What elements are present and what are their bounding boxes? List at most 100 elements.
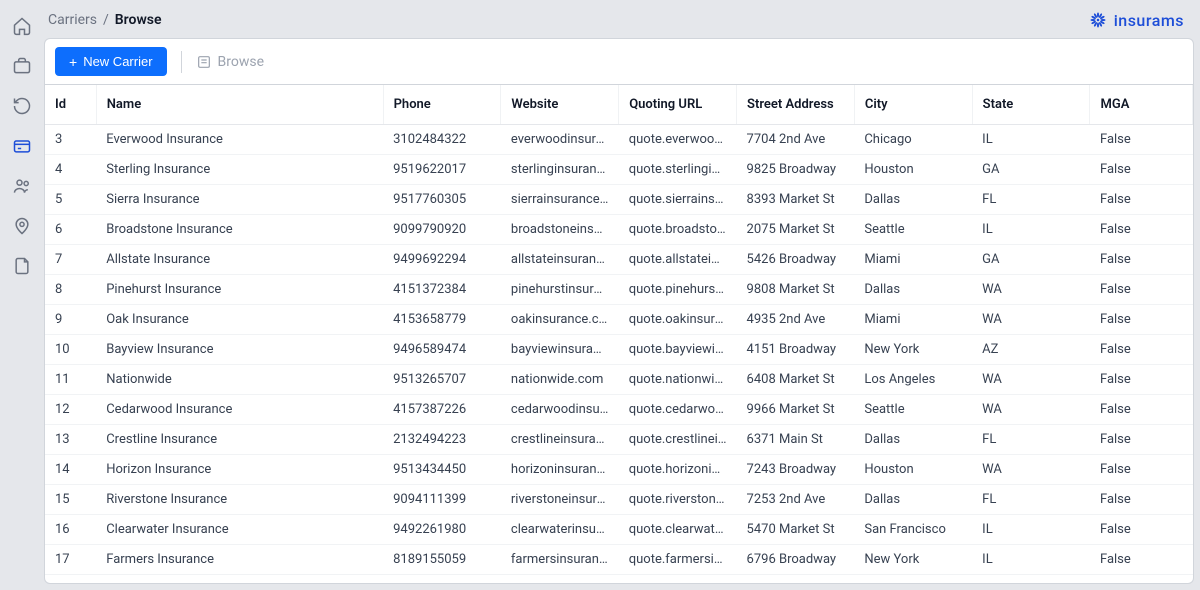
cell-street: 5470 Market St [737, 515, 855, 545]
cell-name: Sterling Insurance [96, 155, 383, 185]
cell-street: 5426 Broadway [737, 245, 855, 275]
cell-city: Los Angeles [854, 365, 972, 395]
cell-phone: 9496589474 [383, 335, 501, 365]
location-pin-icon [12, 216, 32, 236]
cell-name: Pinehurst Insurance [96, 275, 383, 305]
table-row[interactable]: 9Oak Insurance4153658779oakinsurance.com… [45, 305, 1193, 335]
sidebar-item-documents[interactable] [10, 254, 34, 278]
cell-id: 3 [45, 125, 96, 155]
cell-state: WA [972, 275, 1090, 305]
table-row[interactable]: 18Progressive6198078155progressive.comqu… [45, 575, 1193, 585]
plus-icon: + [69, 55, 77, 69]
table-row[interactable]: 13Crestline Insurance2132494223crestline… [45, 425, 1193, 455]
cell-quoting: quote.riverstoneinsurance.com [619, 485, 737, 515]
table-row[interactable]: 11Nationwide9513265707nationwide.comquot… [45, 365, 1193, 395]
cell-phone: 9517760305 [383, 185, 501, 215]
main-area: Carriers / Browse [44, 0, 1200, 590]
sidebar-item-carriers[interactable] [10, 134, 34, 158]
cell-website: sierrainsurance.com [501, 185, 619, 215]
cell-id: 4 [45, 155, 96, 185]
cell-mga: False [1090, 275, 1193, 305]
table-row[interactable]: 10Bayview Insurance9496589474bayviewinsu… [45, 335, 1193, 365]
table-row[interactable]: 15Riverstone Insurance9094111399riversto… [45, 485, 1193, 515]
sidebar-item-home[interactable] [10, 14, 34, 38]
toolbar-browse-button[interactable]: Browse [196, 54, 264, 70]
col-header-id[interactable]: Id [45, 85, 96, 125]
table-row[interactable]: 8Pinehurst Insurance4151372384pinehursti… [45, 275, 1193, 305]
cell-name: Nationwide [96, 365, 383, 395]
cell-street: 9808 Market St [737, 275, 855, 305]
sidebar-item-refresh[interactable] [10, 94, 34, 118]
cell-website: horizoninsurance.com [501, 455, 619, 485]
cell-mga: False [1090, 515, 1193, 545]
new-carrier-button[interactable]: + New Carrier [55, 47, 167, 76]
cell-phone: 9519622017 [383, 155, 501, 185]
cell-city: San Francisco [854, 515, 972, 545]
table-row[interactable]: 17Farmers Insurance8189155059farmersinsu… [45, 545, 1193, 575]
cell-city: Dallas [854, 275, 972, 305]
table-row[interactable]: 4Sterling Insurance9519622017sterlingins… [45, 155, 1193, 185]
breadcrumb-separator: / [103, 12, 109, 28]
table-row[interactable]: 5Sierra Insurance9517760305sierrainsuran… [45, 185, 1193, 215]
cell-phone: 9513434450 [383, 455, 501, 485]
brand-logo[interactable]: insurams [1088, 10, 1184, 30]
browse-icon [196, 54, 212, 70]
col-header-city[interactable]: City [854, 85, 972, 125]
sidebar-item-briefcase[interactable] [10, 54, 34, 78]
refresh-icon [12, 96, 32, 116]
cell-quoting: quote.crestlineinsurance.com [619, 425, 737, 455]
cell-phone: 9492261980 [383, 515, 501, 545]
cell-name: Crestline Insurance [96, 425, 383, 455]
cell-mga: False [1090, 485, 1193, 515]
cell-website: sterlinginsurance.com [501, 155, 619, 185]
col-header-street[interactable]: Street Address [737, 85, 855, 125]
cell-phone: 4157387226 [383, 395, 501, 425]
table-row[interactable]: 16Clearwater Insurance9492261980clearwat… [45, 515, 1193, 545]
cell-state: IL [972, 515, 1090, 545]
col-header-website[interactable]: Website [501, 85, 619, 125]
table-container: Id Name Phone Website Quoting URL Street… [44, 85, 1194, 584]
cell-state: WA [972, 305, 1090, 335]
cell-street: 8393 Market St [737, 185, 855, 215]
cell-quoting: quote.broadstoneinsurance.com [619, 215, 737, 245]
cell-id: 9 [45, 305, 96, 335]
cell-state: WA [972, 365, 1090, 395]
table-row[interactable]: 6Broadstone Insurance9099790920broadston… [45, 215, 1193, 245]
cell-mga: False [1090, 125, 1193, 155]
table-row[interactable]: 3Everwood Insurance3102484322everwoodins… [45, 125, 1193, 155]
cell-quoting: quote.allstateinsurance.com [619, 245, 737, 275]
cell-state: IL [972, 215, 1090, 245]
sidebar-item-users[interactable] [10, 174, 34, 198]
table-row[interactable]: 7Allstate Insurance9499692294allstateins… [45, 245, 1193, 275]
cell-mga: False [1090, 425, 1193, 455]
cell-quoting: quote.clearwaterinsurance.com [619, 515, 737, 545]
cell-name: Riverstone Insurance [96, 485, 383, 515]
cell-state: IL [972, 575, 1090, 585]
cell-street: 4935 2nd Ave [737, 305, 855, 335]
col-header-mga[interactable]: MGA [1090, 85, 1193, 125]
cell-street: 9966 Market St [737, 395, 855, 425]
cell-name: Allstate Insurance [96, 245, 383, 275]
col-header-phone[interactable]: Phone [383, 85, 501, 125]
col-header-state[interactable]: State [972, 85, 1090, 125]
cell-website: broadstoneinsurance.com [501, 215, 619, 245]
col-header-quoting[interactable]: Quoting URL [619, 85, 737, 125]
cell-city: New York [854, 335, 972, 365]
cell-quoting: quote.bayviewinsurance.com [619, 335, 737, 365]
cell-phone: 6198078155 [383, 575, 501, 585]
cell-city: Miami [854, 245, 972, 275]
cell-phone: 4153658779 [383, 305, 501, 335]
cell-state: FL [972, 185, 1090, 215]
breadcrumb-parent[interactable]: Carriers [48, 12, 97, 28]
cell-city: Houston [854, 455, 972, 485]
table-row[interactable]: 12Cedarwood Insurance4157387226cedarwood… [45, 395, 1193, 425]
cell-id: 16 [45, 515, 96, 545]
cell-phone: 3102484322 [383, 125, 501, 155]
cell-state: WA [972, 395, 1090, 425]
col-header-name[interactable]: Name [96, 85, 383, 125]
cell-id: 8 [45, 275, 96, 305]
credit-card-icon [12, 136, 32, 156]
table-row[interactable]: 14Horizon Insurance9513434450horizoninsu… [45, 455, 1193, 485]
cell-city: Chicago [854, 125, 972, 155]
sidebar-item-location[interactable] [10, 214, 34, 238]
